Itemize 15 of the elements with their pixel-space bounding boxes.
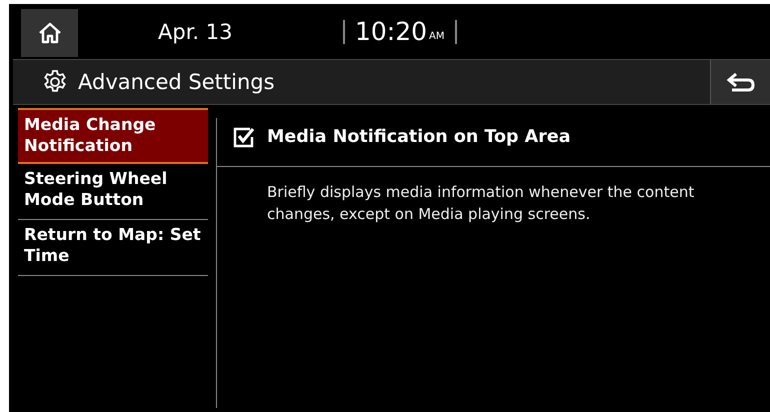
date: Apr. 13 — [158, 20, 234, 44]
clock-meridiem: AM — [429, 31, 445, 42]
menu-item[interactable]: Return to Map: Set Time — [18, 220, 208, 276]
back-button[interactable] — [710, 60, 770, 104]
screen-title: Advanced Settings — [78, 70, 276, 94]
description-text: Briefly displays media information whenever the content changes, except on Media playing screens. — [267, 182, 696, 225]
back-icon — [726, 71, 756, 93]
menu-item[interactable]: Steering Wheel Mode Button — [18, 164, 208, 220]
menu-item[interactable]: Media Change Notification — [18, 108, 208, 164]
option-label: Media Notification on Top Area — [267, 127, 571, 147]
clock-time: 10:20 — [355, 17, 428, 46]
checkbox[interactable] — [233, 126, 255, 148]
home-button[interactable] — [21, 9, 78, 57]
home-icon — [38, 22, 62, 44]
option-row[interactable]: Media Notification on Top Area — [217, 108, 770, 167]
